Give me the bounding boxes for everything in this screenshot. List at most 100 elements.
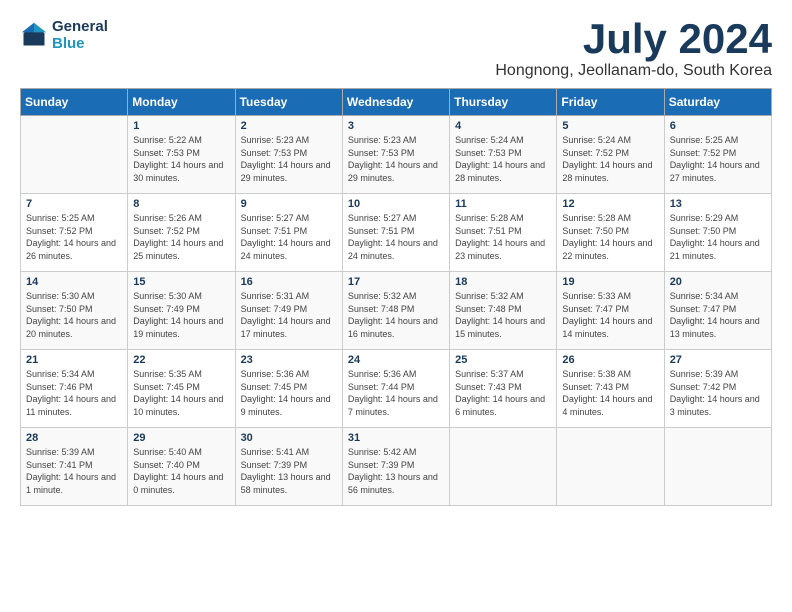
- header-cell-friday: Friday: [557, 89, 664, 116]
- day-number: 14: [26, 276, 122, 288]
- day-number: 29: [133, 432, 229, 444]
- day-cell: [664, 428, 771, 506]
- cell-info: Sunrise: 5:32 AM Sunset: 7:48 PM Dayligh…: [455, 290, 551, 340]
- day-cell: 22 Sunrise: 5:35 AM Sunset: 7:45 PM Dayli…: [128, 350, 235, 428]
- cell-info: Sunrise: 5:33 AM Sunset: 7:47 PM Dayligh…: [562, 290, 658, 340]
- day-cell: 1 Sunrise: 5:22 AM Sunset: 7:53 PM Daylig…: [128, 116, 235, 194]
- month-title: July 2024: [495, 18, 772, 60]
- cell-info: Sunrise: 5:37 AM Sunset: 7:43 PM Dayligh…: [455, 368, 551, 418]
- day-cell: 8 Sunrise: 5:26 AM Sunset: 7:52 PM Daylig…: [128, 194, 235, 272]
- week-row-3: 21 Sunrise: 5:34 AM Sunset: 7:46 PM Dayli…: [21, 350, 772, 428]
- day-cell: 10 Sunrise: 5:27 AM Sunset: 7:51 PM Dayli…: [342, 194, 449, 272]
- day-cell: 12 Sunrise: 5:28 AM Sunset: 7:50 PM Dayli…: [557, 194, 664, 272]
- day-number: 9: [241, 198, 337, 210]
- day-number: 22: [133, 354, 229, 366]
- title-block: July 2024 Hongnong, Jeollanam-do, South …: [495, 18, 772, 80]
- day-number: 2: [241, 120, 337, 132]
- day-cell: 11 Sunrise: 5:28 AM Sunset: 7:51 PM Dayli…: [450, 194, 557, 272]
- day-number: 10: [348, 198, 444, 210]
- day-number: 12: [562, 198, 658, 210]
- day-cell: 31 Sunrise: 5:42 AM Sunset: 7:39 PM Dayli…: [342, 428, 449, 506]
- day-number: 28: [26, 432, 122, 444]
- day-number: 8: [133, 198, 229, 210]
- day-cell: 21 Sunrise: 5:34 AM Sunset: 7:46 PM Dayli…: [21, 350, 128, 428]
- day-number: 7: [26, 198, 122, 210]
- day-cell: 6 Sunrise: 5:25 AM Sunset: 7:52 PM Daylig…: [664, 116, 771, 194]
- day-cell: [557, 428, 664, 506]
- cell-info: Sunrise: 5:24 AM Sunset: 7:53 PM Dayligh…: [455, 134, 551, 184]
- cell-info: Sunrise: 5:39 AM Sunset: 7:41 PM Dayligh…: [26, 446, 122, 496]
- day-number: 26: [562, 354, 658, 366]
- cell-info: Sunrise: 5:28 AM Sunset: 7:50 PM Dayligh…: [562, 212, 658, 262]
- cell-info: Sunrise: 5:25 AM Sunset: 7:52 PM Dayligh…: [670, 134, 766, 184]
- cell-info: Sunrise: 5:22 AM Sunset: 7:53 PM Dayligh…: [133, 134, 229, 184]
- day-number: 24: [348, 354, 444, 366]
- cell-info: Sunrise: 5:23 AM Sunset: 7:53 PM Dayligh…: [348, 134, 444, 184]
- day-cell: 18 Sunrise: 5:32 AM Sunset: 7:48 PM Dayli…: [450, 272, 557, 350]
- cell-info: Sunrise: 5:38 AM Sunset: 7:43 PM Dayligh…: [562, 368, 658, 418]
- day-cell: [21, 116, 128, 194]
- day-cell: 17 Sunrise: 5:32 AM Sunset: 7:48 PM Dayli…: [342, 272, 449, 350]
- day-number: 18: [455, 276, 551, 288]
- day-number: 6: [670, 120, 766, 132]
- header-cell-monday: Monday: [128, 89, 235, 116]
- cell-info: Sunrise: 5:39 AM Sunset: 7:42 PM Dayligh…: [670, 368, 766, 418]
- cell-info: Sunrise: 5:24 AM Sunset: 7:52 PM Dayligh…: [562, 134, 658, 184]
- cell-info: Sunrise: 5:42 AM Sunset: 7:39 PM Dayligh…: [348, 446, 444, 496]
- day-cell: 28 Sunrise: 5:39 AM Sunset: 7:41 PM Dayli…: [21, 428, 128, 506]
- day-number: 3: [348, 120, 444, 132]
- day-cell: 24 Sunrise: 5:36 AM Sunset: 7:44 PM Dayli…: [342, 350, 449, 428]
- day-cell: 25 Sunrise: 5:37 AM Sunset: 7:43 PM Dayli…: [450, 350, 557, 428]
- header-cell-sunday: Sunday: [21, 89, 128, 116]
- cell-info: Sunrise: 5:27 AM Sunset: 7:51 PM Dayligh…: [241, 212, 337, 262]
- day-number: 23: [241, 354, 337, 366]
- day-cell: 27 Sunrise: 5:39 AM Sunset: 7:42 PM Dayli…: [664, 350, 771, 428]
- day-number: 27: [670, 354, 766, 366]
- calendar-header-row: SundayMondayTuesdayWednesdayThursdayFrid…: [21, 89, 772, 116]
- cell-info: Sunrise: 5:41 AM Sunset: 7:39 PM Dayligh…: [241, 446, 337, 496]
- cell-info: Sunrise: 5:35 AM Sunset: 7:45 PM Dayligh…: [133, 368, 229, 418]
- logo: General Blue: [20, 18, 108, 52]
- header-cell-thursday: Thursday: [450, 89, 557, 116]
- page: General Blue July 2024 Hongnong, Jeollan…: [0, 0, 792, 516]
- day-number: 15: [133, 276, 229, 288]
- cell-info: Sunrise: 5:26 AM Sunset: 7:52 PM Dayligh…: [133, 212, 229, 262]
- cell-info: Sunrise: 5:28 AM Sunset: 7:51 PM Dayligh…: [455, 212, 551, 262]
- week-row-0: 1 Sunrise: 5:22 AM Sunset: 7:53 PM Daylig…: [21, 116, 772, 194]
- calendar-table: SundayMondayTuesdayWednesdayThursdayFrid…: [20, 88, 772, 506]
- day-cell: 15Sunrise: 5:30 AM Sunset: 7:49 PM Dayli…: [128, 272, 235, 350]
- cell-info: Sunrise: 5:36 AM Sunset: 7:44 PM Dayligh…: [348, 368, 444, 418]
- day-cell: 5 Sunrise: 5:24 AM Sunset: 7:52 PM Daylig…: [557, 116, 664, 194]
- day-cell: 30Sunrise: 5:41 AM Sunset: 7:39 PM Dayli…: [235, 428, 342, 506]
- header: General Blue July 2024 Hongnong, Jeollan…: [20, 18, 772, 80]
- logo-icon: [20, 21, 48, 49]
- day-cell: 3 Sunrise: 5:23 AM Sunset: 7:53 PM Daylig…: [342, 116, 449, 194]
- day-cell: 29 Sunrise: 5:40 AM Sunset: 7:40 PM Dayli…: [128, 428, 235, 506]
- day-cell: 26 Sunrise: 5:38 AM Sunset: 7:43 PM Dayli…: [557, 350, 664, 428]
- day-cell: 23Sunrise: 5:36 AM Sunset: 7:45 PM Dayli…: [235, 350, 342, 428]
- day-number: 21: [26, 354, 122, 366]
- logo-text: General Blue: [52, 18, 108, 52]
- day-cell: 4Sunrise: 5:24 AM Sunset: 7:53 PM Daylig…: [450, 116, 557, 194]
- cell-info: Sunrise: 5:34 AM Sunset: 7:46 PM Dayligh…: [26, 368, 122, 418]
- day-number: 25: [455, 354, 551, 366]
- header-cell-saturday: Saturday: [664, 89, 771, 116]
- calendar-body: 1 Sunrise: 5:22 AM Sunset: 7:53 PM Daylig…: [21, 116, 772, 506]
- day-cell: 13Sunrise: 5:29 AM Sunset: 7:50 PM Dayli…: [664, 194, 771, 272]
- day-number: 20: [670, 276, 766, 288]
- day-number: 11: [455, 198, 551, 210]
- cell-info: Sunrise: 5:27 AM Sunset: 7:51 PM Dayligh…: [348, 212, 444, 262]
- day-number: 16: [241, 276, 337, 288]
- cell-info: Sunrise: 5:40 AM Sunset: 7:40 PM Dayligh…: [133, 446, 229, 496]
- day-cell: [450, 428, 557, 506]
- day-number: 1: [133, 120, 229, 132]
- day-number: 5: [562, 120, 658, 132]
- day-number: 17: [348, 276, 444, 288]
- week-row-2: 14Sunrise: 5:30 AM Sunset: 7:50 PM Dayli…: [21, 272, 772, 350]
- cell-info: Sunrise: 5:32 AM Sunset: 7:48 PM Dayligh…: [348, 290, 444, 340]
- day-number: 19: [562, 276, 658, 288]
- location-title: Hongnong, Jeollanam-do, South Korea: [495, 62, 772, 80]
- day-cell: 14Sunrise: 5:30 AM Sunset: 7:50 PM Dayli…: [21, 272, 128, 350]
- day-cell: 16Sunrise: 5:31 AM Sunset: 7:49 PM Dayli…: [235, 272, 342, 350]
- day-number: 31: [348, 432, 444, 444]
